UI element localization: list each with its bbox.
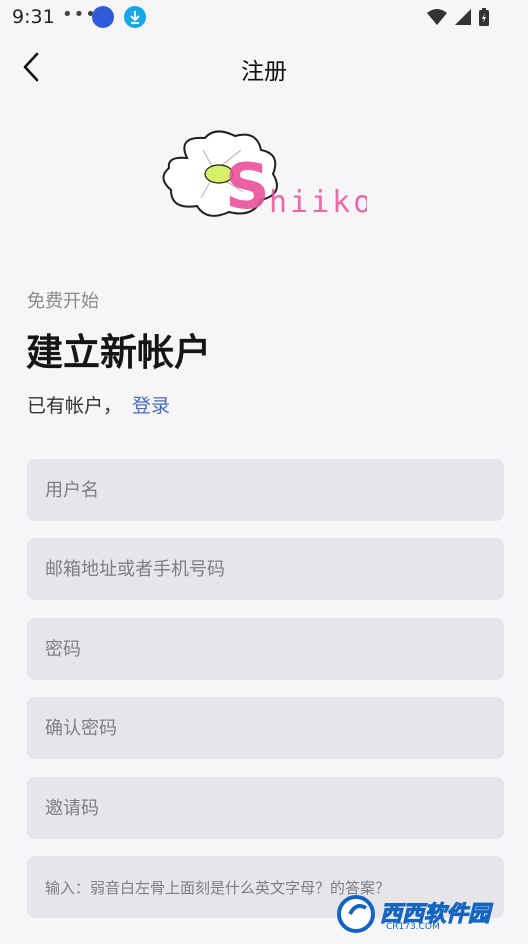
email-or-phone-input[interactable] (27, 538, 504, 600)
wifi-icon (427, 9, 447, 25)
messenger-icon (92, 6, 114, 28)
username-input[interactable] (27, 459, 504, 521)
intro-subtitle: 免费开始 (27, 291, 99, 312)
confirm-password-input[interactable] (27, 697, 504, 759)
status-bar: 9:31 ••• (0, 0, 528, 34)
status-time: 9:31 (12, 6, 55, 28)
watermark: 西西软件园 CR173.COM (336, 894, 506, 934)
logo-word: hiiko (269, 185, 367, 220)
status-right-icons (426, 7, 490, 27)
download-icon (124, 6, 146, 28)
battery-icon (479, 8, 489, 26)
have-account-text: 已有帐户， (27, 395, 123, 417)
page-title: 注册 (241, 59, 287, 85)
signal-icon (455, 9, 471, 25)
invite-code-input[interactable] (27, 777, 504, 839)
app-logo: S hiiko (157, 128, 371, 223)
login-link[interactable]: 登录 (132, 391, 170, 418)
app-header: 注册 (0, 34, 528, 98)
intro-headline: 建立新帐户 (26, 331, 211, 374)
password-input[interactable] (27, 618, 504, 680)
logo-letter-s: S (225, 150, 270, 220)
watermark-logo-icon (337, 895, 375, 933)
watermark-sub: CR173.COM (386, 922, 440, 932)
